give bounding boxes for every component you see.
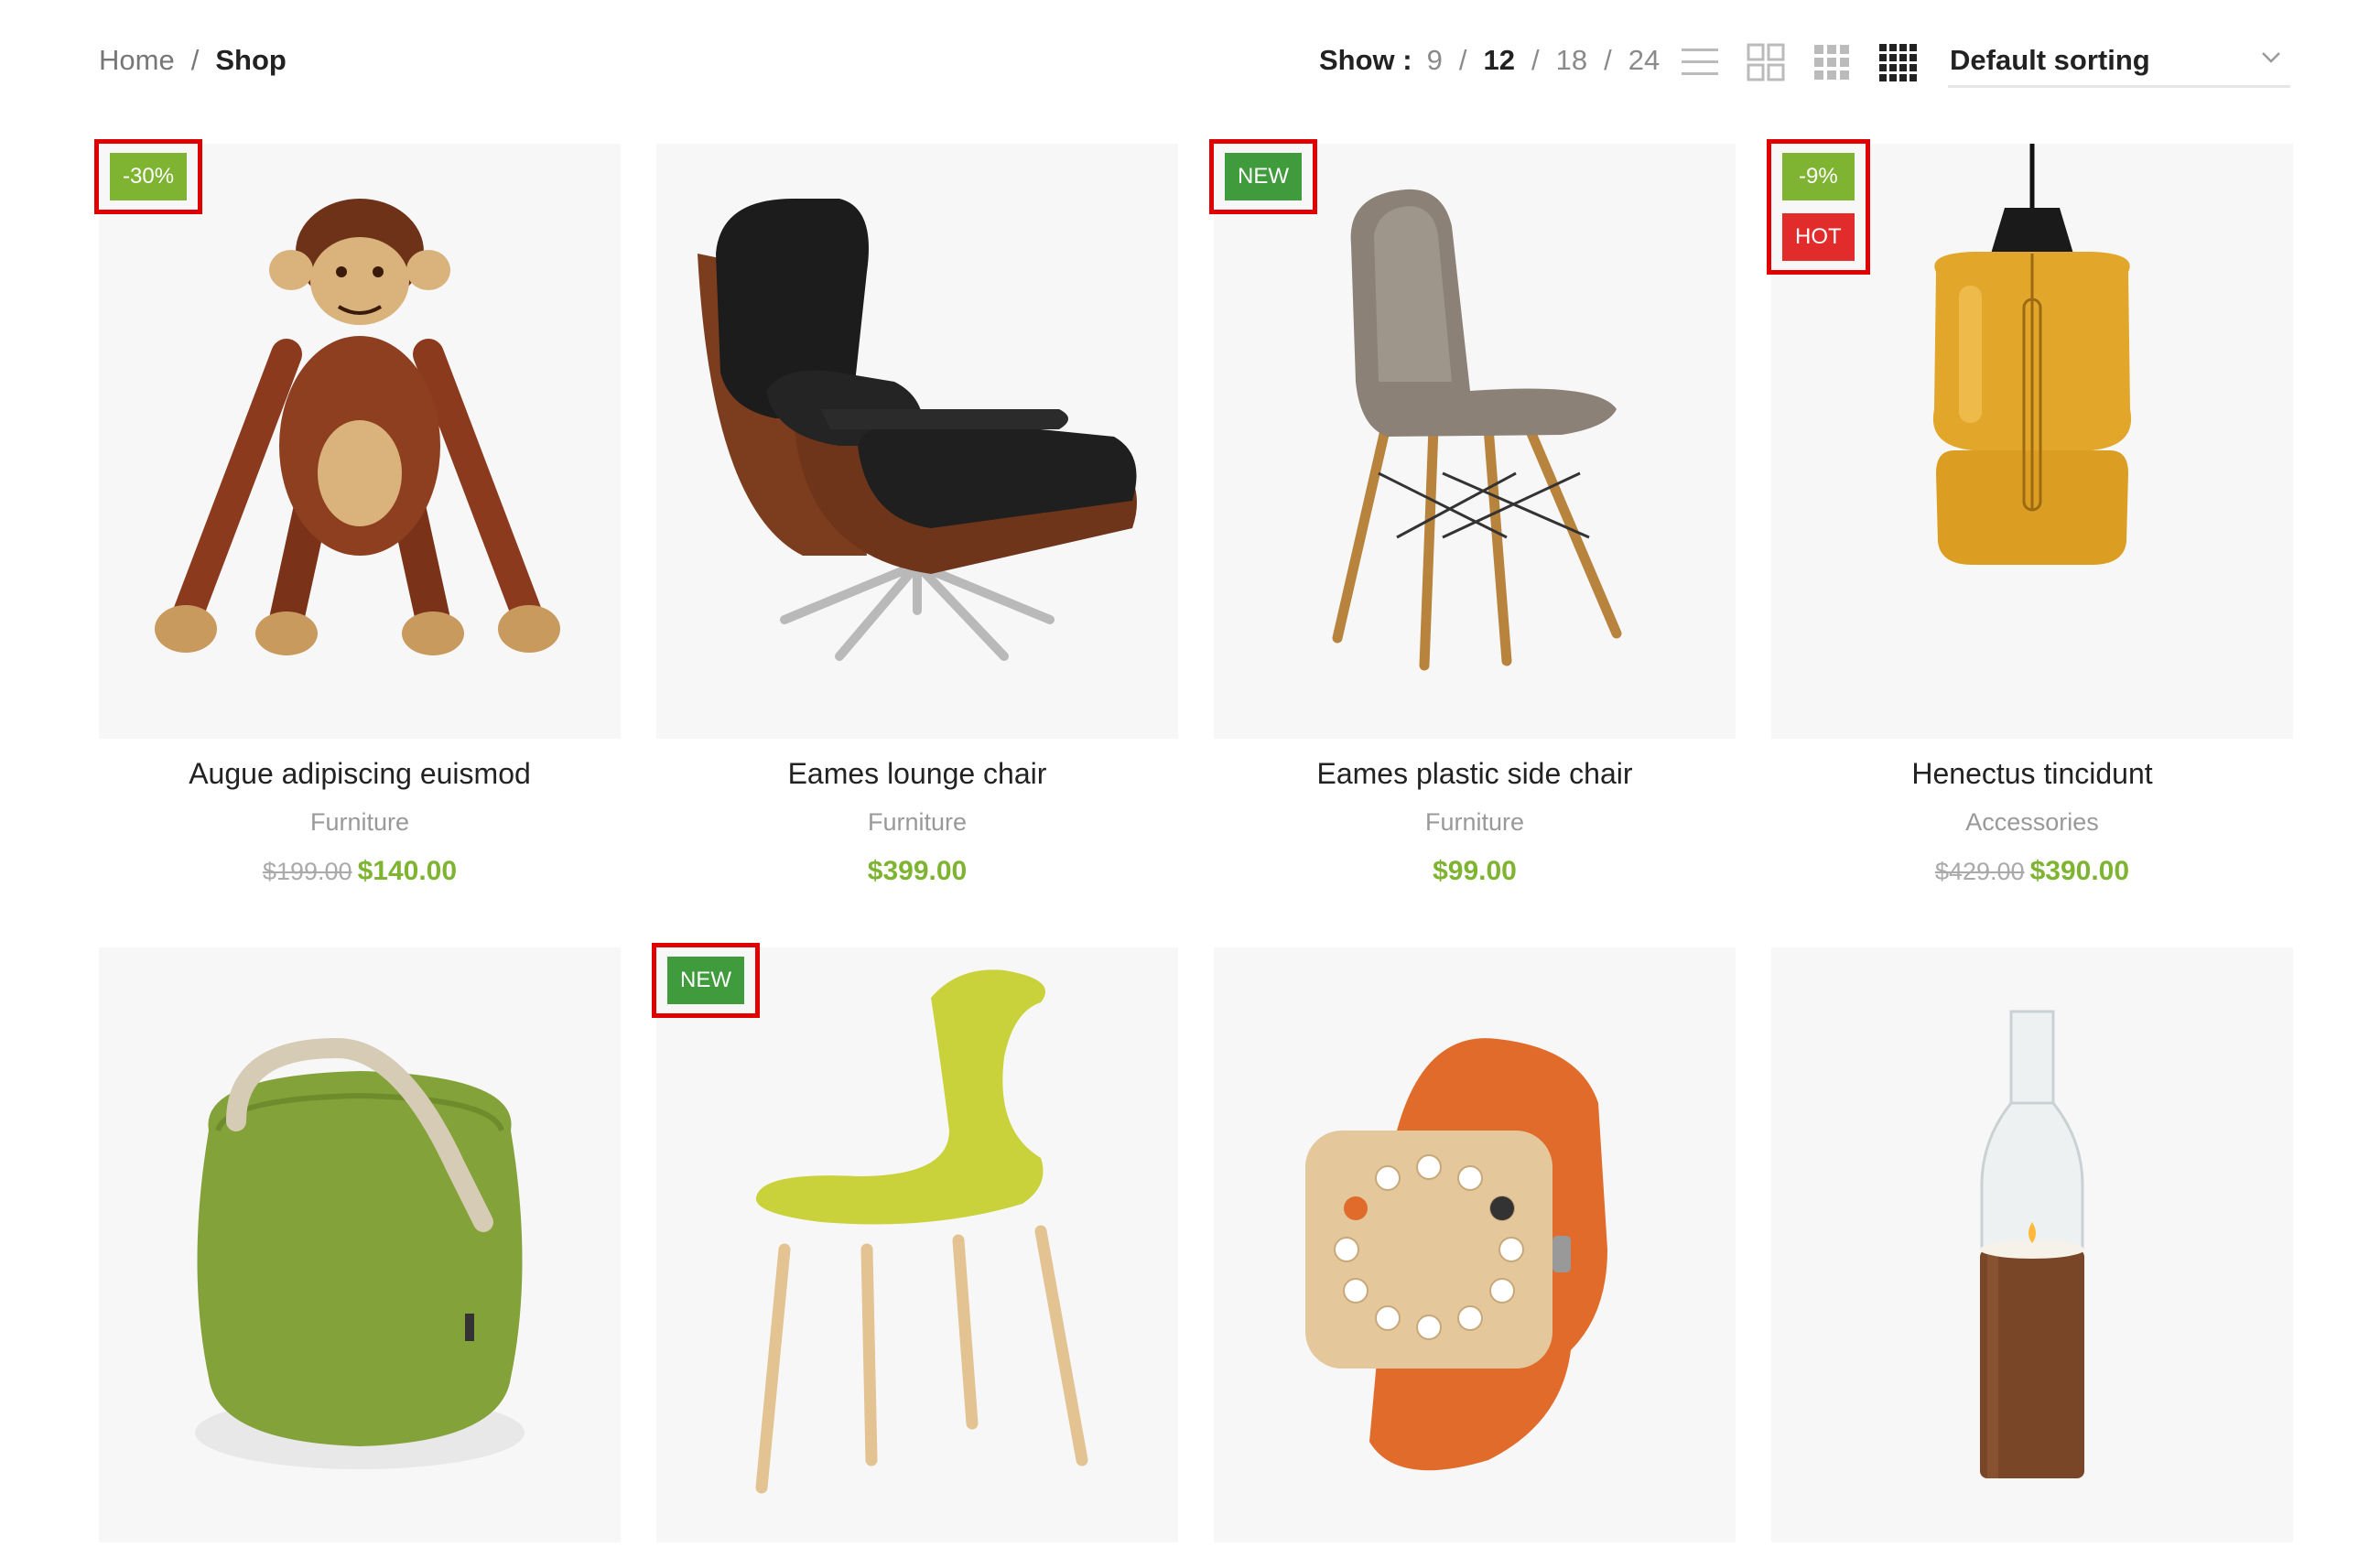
product-price: $399.00 (656, 856, 1178, 887)
show-option-9[interactable]: 9 (1427, 44, 1443, 76)
sorting-select[interactable]: Default sorting (1948, 40, 2290, 88)
show-option-18[interactable]: 18 (1556, 44, 1587, 76)
old-price: $429.00 (1934, 858, 2025, 885)
current-price: $390.00 (2029, 856, 2130, 886)
hot-badge: HOT (1782, 213, 1855, 261)
new-badge: NEW (667, 957, 744, 1004)
wooden-monkey-image (155, 199, 560, 655)
show-option-24[interactable]: 24 (1628, 44, 1660, 76)
product-title[interactable]: Eames lounge chair (656, 757, 1178, 791)
product-category[interactable]: Furniture (1214, 808, 1736, 837)
green-pouf-image (195, 1037, 525, 1469)
current-price: $399.00 (867, 856, 968, 886)
product-image[interactable] (656, 947, 1178, 1542)
product-title[interactable]: Augue adipiscing euismod (99, 757, 621, 791)
breadcrumb-home-link[interactable]: Home (99, 44, 175, 76)
bottle-candle-image (1980, 1010, 2084, 1478)
show-label: Show : (1319, 44, 1412, 76)
products-per-page: Show :9/12/18/24 (1319, 44, 1661, 76)
sale-badge: -30% (110, 153, 188, 200)
show-option-12[interactable]: 12 (1483, 44, 1514, 76)
product-labels: -30% (94, 139, 203, 214)
lounge-chair-image (698, 199, 1137, 661)
list-view-icon[interactable] (1681, 43, 1719, 81)
sale-badge: -9% (1782, 153, 1855, 200)
product-labels: -9% HOT (1767, 139, 1870, 275)
view-switcher (1681, 42, 1917, 82)
product-category[interactable]: Furniture (656, 808, 1178, 837)
product-labels: NEW (652, 943, 760, 1018)
grid-3-icon[interactable] (1812, 43, 1851, 81)
grid-4-icon[interactable] (1878, 43, 1917, 81)
current-price: $140.00 (357, 856, 458, 886)
grid-2-icon[interactable] (1747, 43, 1785, 81)
product-title[interactable]: Henectus tincidunt (1771, 757, 2293, 791)
chevron-down-icon (2262, 52, 2280, 63)
product-price: $429.00 $390.00 (1771, 856, 2293, 887)
product-image[interactable] (1214, 144, 1736, 739)
breadcrumb-current: Shop (215, 44, 287, 76)
breadcrumb-separator: / (190, 44, 200, 76)
old-price: $199.00 (262, 858, 352, 885)
product-image[interactable] (656, 144, 1178, 739)
product-image[interactable] (99, 947, 621, 1542)
product-image[interactable] (99, 144, 621, 739)
wooden-watch-image (1305, 1038, 1607, 1471)
yellow-chair-image (755, 969, 1088, 1494)
product-category[interactable]: Accessories (1771, 808, 2293, 837)
current-price: $99.00 (1433, 856, 1517, 886)
new-badge: NEW (1225, 153, 1302, 200)
sorting-selected: Default sorting (1950, 44, 2150, 76)
product-labels: NEW (1209, 139, 1317, 214)
product-price: $99.00 (1214, 856, 1736, 887)
breadcrumb: Home / Shop (99, 44, 287, 77)
product-image[interactable] (1771, 947, 2293, 1542)
product-category[interactable]: Furniture (99, 808, 621, 837)
product-image[interactable] (1214, 947, 1736, 1542)
plastic-side-chair-image (1332, 189, 1622, 671)
product-title[interactable]: Eames plastic side chair (1214, 757, 1736, 791)
product-price: $199.00 $140.00 (99, 856, 621, 887)
